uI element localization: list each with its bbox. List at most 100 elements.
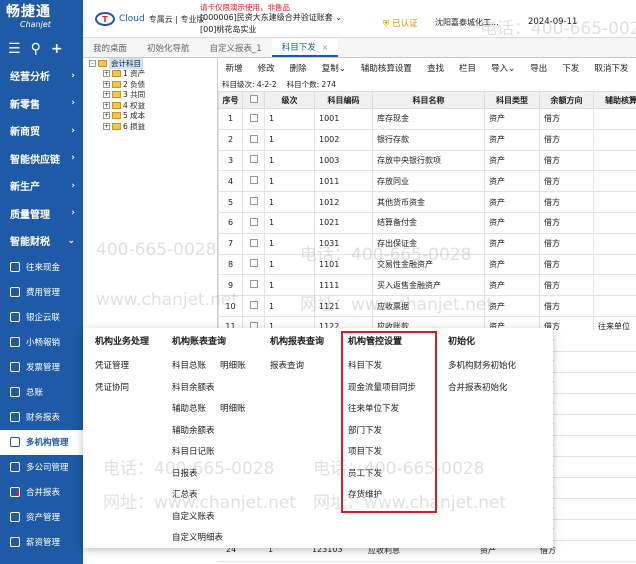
expand-icon[interactable]: + xyxy=(103,101,110,109)
tab-custom-report[interactable]: 自定义报表_1 xyxy=(200,39,272,57)
menu-item-custom-ledger[interactable]: 自定义账表 xyxy=(172,507,215,529)
expand-icon[interactable]: + xyxy=(103,122,110,130)
sidebar-item-multi-company[interactable]: 多公司管理 xyxy=(0,455,83,480)
sidebar-item-bank[interactable]: 银企云联 xyxy=(0,305,83,330)
table-row[interactable]: 6 1 1021 结算备付金 资产 借方 xyxy=(218,211,636,234)
menu-item-report-query[interactable]: 报表查询 xyxy=(270,356,304,378)
row-checkbox[interactable] xyxy=(249,197,258,206)
menu-item-voucher[interactable]: 凭证管理 xyxy=(95,356,129,378)
row-checkbox[interactable] xyxy=(249,155,258,164)
tree-node[interactable]: +4 权益 xyxy=(83,100,217,111)
menu-item-aux-detail[interactable]: 明细账 xyxy=(220,399,246,421)
sidebar-group-retail[interactable]: 新零售 › xyxy=(0,90,83,118)
tree-node[interactable]: +3 共同 xyxy=(83,90,217,101)
row-checkbox[interactable] xyxy=(249,301,258,310)
sidebar-group-finance[interactable]: 智能财税 ⌄ xyxy=(0,227,83,255)
menu-item-multi-org-init[interactable]: 多机构财务初始化 xyxy=(448,356,516,378)
expand-icon[interactable]: + xyxy=(103,70,110,78)
sidebar-group-analysis[interactable]: 经营分析 › xyxy=(0,62,83,90)
sidebar-item-payroll[interactable]: 薪资管理 xyxy=(0,530,83,555)
table-row[interactable]: 1 1 1001 库存现金 资产 借方 xyxy=(218,108,636,130)
menu-item-consolidated-init[interactable]: 合并报表初始化 xyxy=(448,378,508,400)
checkbox[interactable] xyxy=(249,95,258,103)
find-button[interactable]: 查找 xyxy=(427,62,444,74)
menu-item-voucher-collab[interactable]: 凭证协同 xyxy=(95,378,129,400)
table-row[interactable]: 4 1 1011 存放同业 资产 借方 xyxy=(218,170,636,193)
column-header[interactable]: 科目名称 xyxy=(372,91,485,109)
sidebar-group-production[interactable]: 新生产 › xyxy=(0,172,83,200)
row-checkbox[interactable] xyxy=(249,259,258,268)
menu-item-custom-detail[interactable]: 自定义明细表 xyxy=(172,528,223,550)
collapse-icon[interactable]: - xyxy=(89,59,96,67)
distribute-button[interactable]: 下发 xyxy=(562,62,579,74)
delete-button[interactable]: 删除 xyxy=(290,62,307,74)
row-checkbox[interactable] xyxy=(249,134,258,143)
sidebar-item-invoice[interactable]: 发票管理 xyxy=(0,355,83,380)
columns-button[interactable]: 栏目 xyxy=(459,62,476,74)
new-button[interactable]: 新增 xyxy=(226,62,243,74)
sidebar-item-ledger[interactable]: 总账 xyxy=(0,380,83,405)
tree-root[interactable]: - 会计科目 xyxy=(83,57,217,69)
row-checkbox[interactable] xyxy=(249,238,258,247)
sidebar-item-expense[interactable]: 费用管理 xyxy=(0,280,83,305)
menu-item-daily[interactable]: 日报表 xyxy=(172,464,198,486)
menu-item-journal[interactable]: 科目日记账 xyxy=(172,442,215,464)
sidebar-group-trade[interactable]: 新商贸 › xyxy=(0,117,83,145)
tree-node[interactable]: +6 损益 xyxy=(83,121,217,132)
search-icon[interactable]: ⚲ xyxy=(31,41,41,57)
table-row[interactable]: 10 1 1121 应收票据 资产 借方 xyxy=(218,295,636,317)
account-selector[interactable]: [000006]民资大东建级合并验证账套 ⌄ xyxy=(200,12,342,23)
row-checkbox[interactable] xyxy=(249,176,258,185)
aux-accounting-button[interactable]: 辅助核算设置 xyxy=(361,62,412,74)
row-checkbox[interactable] xyxy=(249,113,258,122)
tab-account-distribute[interactable]: 科目下发 × xyxy=(271,39,339,57)
copy-button[interactable]: 复制⌄ xyxy=(322,62,346,74)
company-name[interactable]: 沈阳嘉泰城化工... xyxy=(435,17,499,28)
sidebar-item-multi-org[interactable]: 多机构管理 xyxy=(0,429,83,455)
sidebar-group-quality[interactable]: 质量管理 › xyxy=(0,200,83,228)
add-icon[interactable]: + xyxy=(51,41,63,57)
column-header[interactable]: 序号 xyxy=(218,91,243,109)
sidebar-group-supply[interactable]: 智能供应链 › xyxy=(0,145,83,173)
column-header[interactable]: 级次 xyxy=(264,91,315,109)
column-header[interactable]: 余额方向 xyxy=(539,91,594,109)
column-header[interactable]: 科目编码 xyxy=(314,91,373,109)
table-row[interactable]: 3 1 1003 存放中央银行款项 资产 借方 xyxy=(218,149,636,172)
tree-node[interactable]: +1 资产 xyxy=(83,69,217,80)
tree-node[interactable]: +2 负债 xyxy=(83,79,217,90)
sidebar-item-consolidated[interactable]: 合并报表 xyxy=(0,480,83,505)
row-checkbox[interactable] xyxy=(249,217,258,226)
tab-desktop[interactable]: 我的桌面 xyxy=(83,39,137,57)
table-row[interactable]: 5 1 1012 其他货币资金 资产 借方 xyxy=(218,191,636,213)
sidebar-item-reimburse[interactable]: 小畅報销 xyxy=(0,330,83,355)
import-button[interactable]: 导入⌄ xyxy=(491,62,515,74)
expand-icon[interactable]: + xyxy=(103,91,110,99)
table-row[interactable]: 2 1 1002 银行存款 资产 借方 xyxy=(218,128,636,151)
menu-item-summary[interactable]: 汇总表 xyxy=(172,485,198,507)
expand-icon[interactable]: + xyxy=(103,80,110,88)
table-row[interactable]: 7 1 1031 存出保证金 资产 借方 xyxy=(218,232,636,255)
menu-item-gl[interactable]: 科目总账 xyxy=(172,356,206,378)
edit-button[interactable]: 修改 xyxy=(258,62,275,74)
cancel-distribute-button[interactable]: 取消下发 xyxy=(594,62,628,74)
menu-item-balance[interactable]: 科目余额表 xyxy=(172,378,215,400)
row-checkbox[interactable] xyxy=(249,280,258,289)
menu-item-aux-gl[interactable]: 辅助总账 xyxy=(172,399,206,421)
table-row[interactable]: 8 1 1101 交易性金融资产 资产 借方 xyxy=(218,253,636,276)
tab-init-nav[interactable]: 初始化导航 xyxy=(137,39,200,57)
menu-item-aux-balance[interactable]: 辅助余额表 xyxy=(172,421,215,443)
sidebar-item-assets[interactable]: 资产管理 xyxy=(0,505,83,530)
tree-node[interactable]: +5 成本 xyxy=(83,111,217,122)
expand-icon[interactable]: + xyxy=(103,112,110,120)
column-header[interactable]: 辅助核算 xyxy=(593,91,636,109)
table-cell xyxy=(593,274,636,297)
column-header[interactable]: 科目类型 xyxy=(484,91,540,109)
export-button[interactable]: 导出 xyxy=(530,62,547,74)
menu-item-detail[interactable]: 明细账 xyxy=(220,356,246,378)
menu-icon[interactable]: ☰ xyxy=(8,41,21,57)
table-row[interactable]: 9 1 1111 买入返售金融资产 资产 借方 xyxy=(218,274,636,297)
sidebar-item-reports[interactable]: 财务报表 xyxy=(0,405,83,430)
sidebar-item-cash[interactable]: 往来现金 xyxy=(0,255,83,280)
column-header-checkbox[interactable] xyxy=(242,91,265,109)
close-icon[interactable]: × xyxy=(322,43,329,52)
